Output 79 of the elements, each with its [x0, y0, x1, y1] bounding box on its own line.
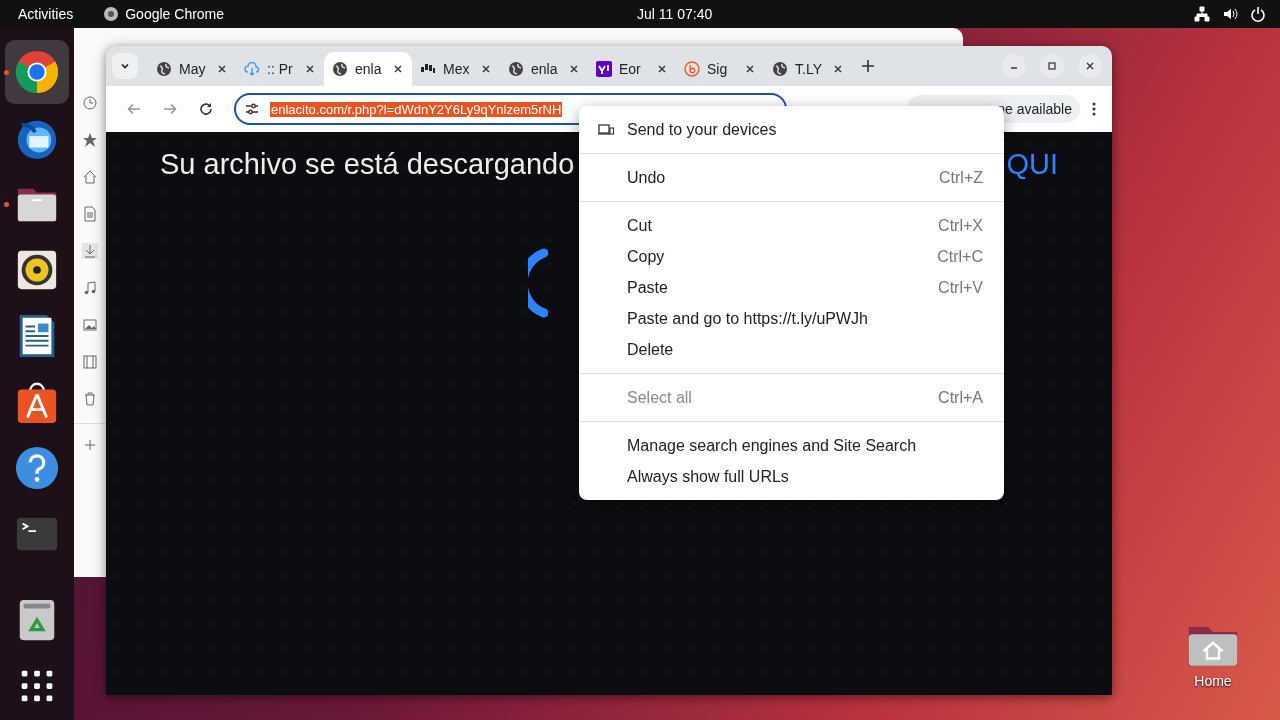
shortcut-label: Ctrl+V — [938, 278, 983, 297]
menu-item[interactable]: Copy Ctrl+C — [579, 241, 1004, 272]
site-settings-icon[interactable] — [244, 101, 260, 117]
menu-item[interactable]: Manage search engines and Site Search — [579, 430, 1004, 461]
running-indicator — [4, 202, 9, 207]
browser-tab[interactable]: T.LY — [764, 52, 852, 86]
running-indicator — [4, 70, 9, 75]
home-label: Home — [1194, 673, 1232, 689]
film-icon[interactable] — [82, 354, 98, 370]
browser-tab[interactable]: :: Pr — [236, 52, 324, 86]
close-icon[interactable] — [832, 63, 844, 75]
close-button[interactable] — [1078, 54, 1102, 78]
tab-title: Mex — [443, 61, 471, 77]
globe-icon — [156, 61, 172, 77]
close-icon[interactable] — [392, 63, 404, 75]
menu-item[interactable]: Delete — [579, 334, 1004, 365]
tab-title: May — [179, 61, 207, 77]
activities-button[interactable]: Activities — [18, 6, 74, 22]
star-icon[interactable] — [82, 132, 98, 148]
new-tab-icon[interactable] — [860, 58, 876, 74]
menu-item[interactable]: Cut Ctrl+X — [579, 210, 1004, 241]
menu-item[interactable]: Undo Ctrl+Z — [579, 162, 1004, 193]
menu-item[interactable]: Paste and go to https://t.ly/uPWJh — [579, 303, 1004, 334]
browser-tab[interactable]: Eor — [588, 52, 676, 86]
download-icon[interactable] — [82, 243, 98, 259]
power-icon[interactable] — [1250, 6, 1266, 22]
trash-icon[interactable] — [82, 391, 98, 407]
app-name[interactable]: Google Chrome — [125, 6, 225, 22]
shortcut-label: Ctrl+X — [938, 216, 983, 235]
close-icon[interactable] — [216, 63, 228, 75]
clock-icon[interactable] — [82, 95, 98, 111]
browser-tab[interactable]: Mex — [412, 52, 500, 86]
shortcut-label: Ctrl+Z — [939, 168, 983, 187]
browser-tab[interactable]: Sig — [676, 52, 764, 86]
tab-title: enla — [531, 61, 559, 77]
menu-item[interactable]: Paste Ctrl+V — [579, 272, 1004, 303]
url-text: enlacito.com/r.php?l=dWdnY2Y6Ly9qYnlzem5rNH — [270, 101, 563, 117]
music-icon[interactable] — [82, 280, 98, 296]
back-icon[interactable] — [126, 101, 142, 117]
letter-y-icon — [596, 61, 612, 77]
dock-item[interactable] — [5, 40, 69, 104]
home-icon[interactable] — [82, 169, 98, 185]
forward-icon[interactable] — [162, 101, 178, 117]
browser-tab[interactable]: enla — [500, 52, 588, 86]
globe-icon — [332, 61, 348, 77]
cloud-download-icon — [244, 61, 260, 77]
shortcut-label: Ctrl+C — [937, 247, 983, 266]
close-icon[interactable] — [568, 63, 580, 75]
close-icon[interactable] — [744, 63, 756, 75]
maximize-button[interactable] — [1040, 54, 1064, 78]
close-icon[interactable] — [304, 63, 316, 75]
chrome-icon — [14, 49, 60, 95]
globe-icon — [508, 61, 524, 77]
close-icon — [1085, 61, 1095, 71]
close-icon[interactable] — [656, 63, 668, 75]
browser-tab[interactable]: May — [148, 52, 236, 86]
download-message: Su archivo se está descargando — [160, 148, 575, 181]
browser-tab[interactable]: enla — [324, 52, 412, 86]
maximize-icon — [1047, 61, 1057, 71]
reload-icon[interactable] — [198, 101, 214, 117]
loading-spinner — [528, 248, 548, 318]
download-link[interactable]: QUI — [1006, 148, 1058, 181]
clock[interactable]: Jul 11 07:40 — [637, 6, 713, 22]
close-icon[interactable] — [480, 63, 492, 75]
letter-b-icon — [684, 61, 700, 77]
document-icon[interactable] — [82, 206, 98, 222]
globe-icon — [772, 61, 788, 77]
tab-title: T.LY — [795, 61, 823, 77]
tab-title: :: Pr — [267, 61, 294, 77]
image-icon[interactable] — [82, 317, 98, 333]
tab-title: Eor — [619, 61, 642, 77]
app-icon — [103, 6, 120, 22]
menu-item[interactable]: Always show full URLs — [579, 461, 1004, 492]
help-icon — [14, 445, 60, 491]
volume-icon[interactable] — [1222, 6, 1238, 22]
network-icon[interactable] — [1194, 6, 1210, 22]
tab-title: Sig — [707, 61, 729, 77]
shortcut-label: Ctrl+A — [938, 388, 983, 407]
tab-title: enla — [355, 61, 383, 77]
